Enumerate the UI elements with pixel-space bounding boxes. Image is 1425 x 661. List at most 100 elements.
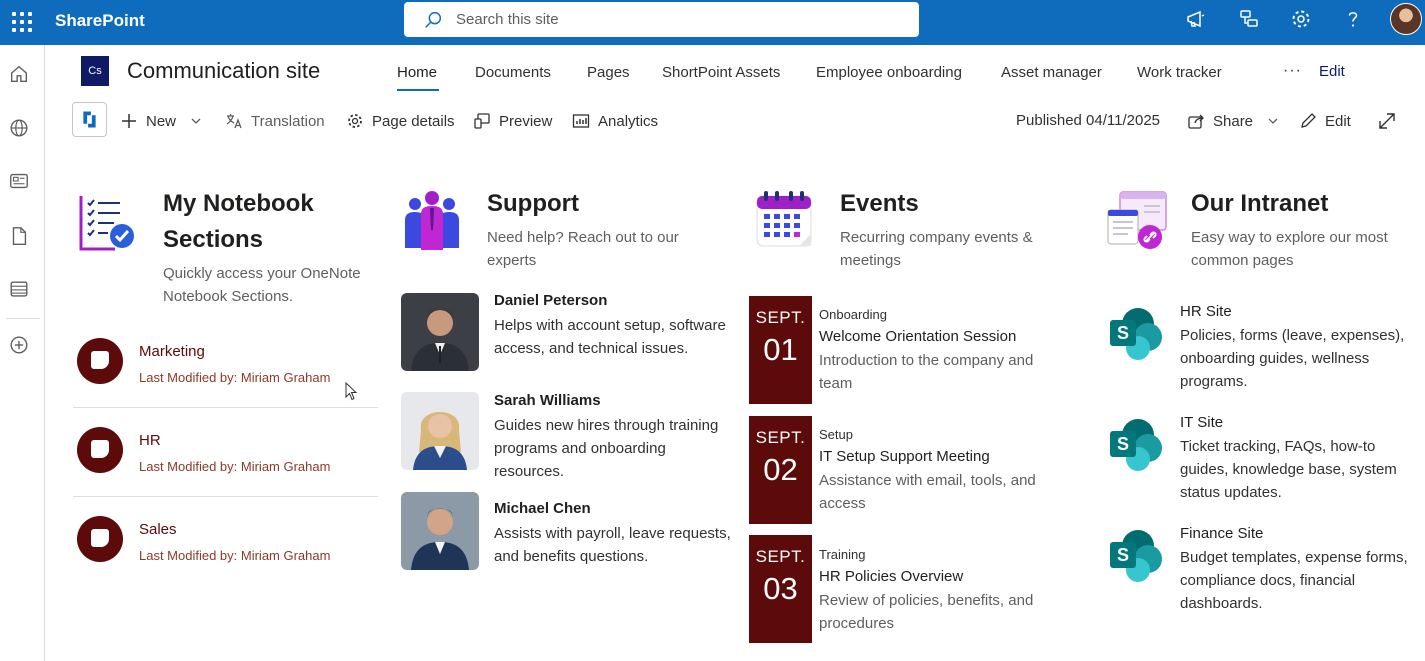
sharepoint-icon[interactable]: S [1108,528,1164,584]
event-title[interactable]: IT Setup Support Meeting [819,448,990,465]
svg-text:S: S [1117,434,1129,454]
support-desc-line2: experts [487,252,537,269]
intranet-link-icon [1107,191,1167,249]
user-avatar[interactable] [1390,3,1422,35]
intranet-site-name[interactable]: IT Site [1180,414,1223,431]
translation-button[interactable]: Translation [225,112,325,130]
megaphone-icon[interactable] [1184,7,1208,31]
person-description: Helps with account setup, software acces… [494,317,726,357]
share-icon [1188,114,1204,129]
event-date-badge: SEPT. 02 [749,416,812,524]
person-name[interactable]: Michael Chen [494,500,591,517]
document-icon[interactable] [8,225,30,247]
translation-icon [226,114,242,129]
intranet-site-name[interactable]: HR Site [1180,303,1232,320]
new-button-label: New [146,112,177,130]
event-category: Setup [819,427,853,442]
notebook-item-hr[interactable]: HR Last Modified by: Miriam Graham [73,412,378,500]
support-title: Support [487,190,579,217]
nav-pages[interactable]: Pages [587,64,630,81]
edit-button[interactable]: Edit [1299,112,1351,130]
event-description: Assistance with email, tools, and access [819,472,1036,512]
sharepoint-icon[interactable]: S [1108,306,1164,362]
notebook-item-marketing[interactable]: Marketing Last Modified by: Miriam Graha… [73,323,378,411]
notebook-item-sales[interactable]: Sales Last Modified by: Miriam Graham [73,501,378,589]
list-icon[interactable] [8,278,30,300]
event-day: 01 [763,332,798,367]
share-label: Share [1213,112,1254,130]
notebook-divider [73,407,378,408]
nav-home[interactable]: Home [397,64,437,81]
add-icon[interactable] [8,334,30,356]
event-month: SEPT. [755,547,806,566]
new-button[interactable]: New [120,112,202,130]
intranet-desc-line1: Easy way to explore our most [1191,229,1388,246]
analytics-button[interactable]: Analytics [572,112,658,130]
mouse-cursor-icon [345,382,358,401]
share-button[interactable]: Share [1187,112,1279,130]
person-photo[interactable] [401,392,479,470]
person-photo[interactable] [401,293,479,371]
search-input[interactable]: Search this site [456,11,559,28]
feedback-icon[interactable] [1237,7,1261,31]
event-month: SEPT. [755,428,806,447]
svg-text:S: S [1117,323,1129,343]
person-description: Guides new hires through training progra… [494,417,719,480]
event-title[interactable]: HR Policies Overview [819,568,963,585]
home-icon[interactable] [8,63,30,85]
published-status: Published 04/11/2025 [1016,112,1161,129]
nav-shortpoint-assets[interactable]: ShortPoint Assets [662,64,780,81]
help-icon[interactable] [1341,7,1365,31]
notebook-description: Quickly access your OneNote Notebook Sec… [163,262,361,308]
suite-bar: SharePoint Search this site [0,0,1425,45]
shortpoint-logo[interactable] [72,102,107,137]
portrait-sarah [401,392,479,470]
intranet-site-name[interactable]: Finance Site [1180,525,1263,542]
onenote-section-icon [77,516,123,562]
notebook-item-name: Sales [139,521,177,538]
event-month: SEPT. [755,308,806,327]
translation-label: Translation [251,112,325,130]
expand-icon[interactable] [1377,111,1397,131]
nav-active-indicator [397,89,439,91]
notebook-item-name: HR [139,432,161,449]
brand-name[interactable]: SharePoint [55,11,145,31]
onenote-section-icon [77,338,123,384]
nav-employee-onboarding[interactable]: Employee onboarding [816,64,962,81]
portrait-daniel [401,293,479,371]
intranet-description: Easy way to explore our most common page… [1191,226,1388,272]
intranet-desc-line2: common pages [1191,252,1294,269]
nav-edit-link[interactable]: Edit [1319,63,1345,80]
preview-button[interactable]: Preview [473,112,552,130]
rail-divider [6,318,40,319]
news-icon[interactable] [8,170,30,192]
event-category: Training [819,547,866,562]
nav-asset-manager[interactable]: Asset manager [1001,64,1102,81]
nav-documents[interactable]: Documents [475,64,551,81]
page-details-button[interactable]: Page details [346,112,455,130]
waffle-icon[interactable] [8,8,36,36]
sharepoint-icon[interactable]: S [1108,417,1164,473]
event-date-badge: SEPT. 01 [749,296,812,404]
globe-icon[interactable] [8,117,30,139]
plus-icon [122,114,136,128]
settings-icon[interactable] [1289,7,1313,31]
nav-work-tracker[interactable]: Work tracker [1137,64,1222,81]
person-name[interactable]: Sarah Williams [494,392,601,409]
support-desc-line1: Need help? Reach out to our [487,229,679,246]
intranet-site-description: Policies, forms (leave, expenses), onboa… [1180,327,1405,390]
gear-icon [348,114,362,128]
event-day: 02 [763,452,798,487]
search-box[interactable]: Search this site [404,2,919,37]
checklist-icon [79,196,134,251]
site-logo[interactable]: Cs [81,56,109,86]
nav-more-button[interactable]: ··· [1283,62,1302,80]
preview-icon [474,113,490,129]
person-name[interactable]: Daniel Peterson [494,292,607,309]
person-photo[interactable] [401,492,479,570]
site-title[interactable]: Communication site [127,58,320,84]
notebook-item-name: Marketing [139,343,205,360]
notebook-item-modified: Last Modified by: Miriam Graham [139,548,331,563]
event-title[interactable]: Welcome Orientation Session [819,328,1016,345]
person-description: Assists with payroll, leave requests, an… [494,525,731,565]
